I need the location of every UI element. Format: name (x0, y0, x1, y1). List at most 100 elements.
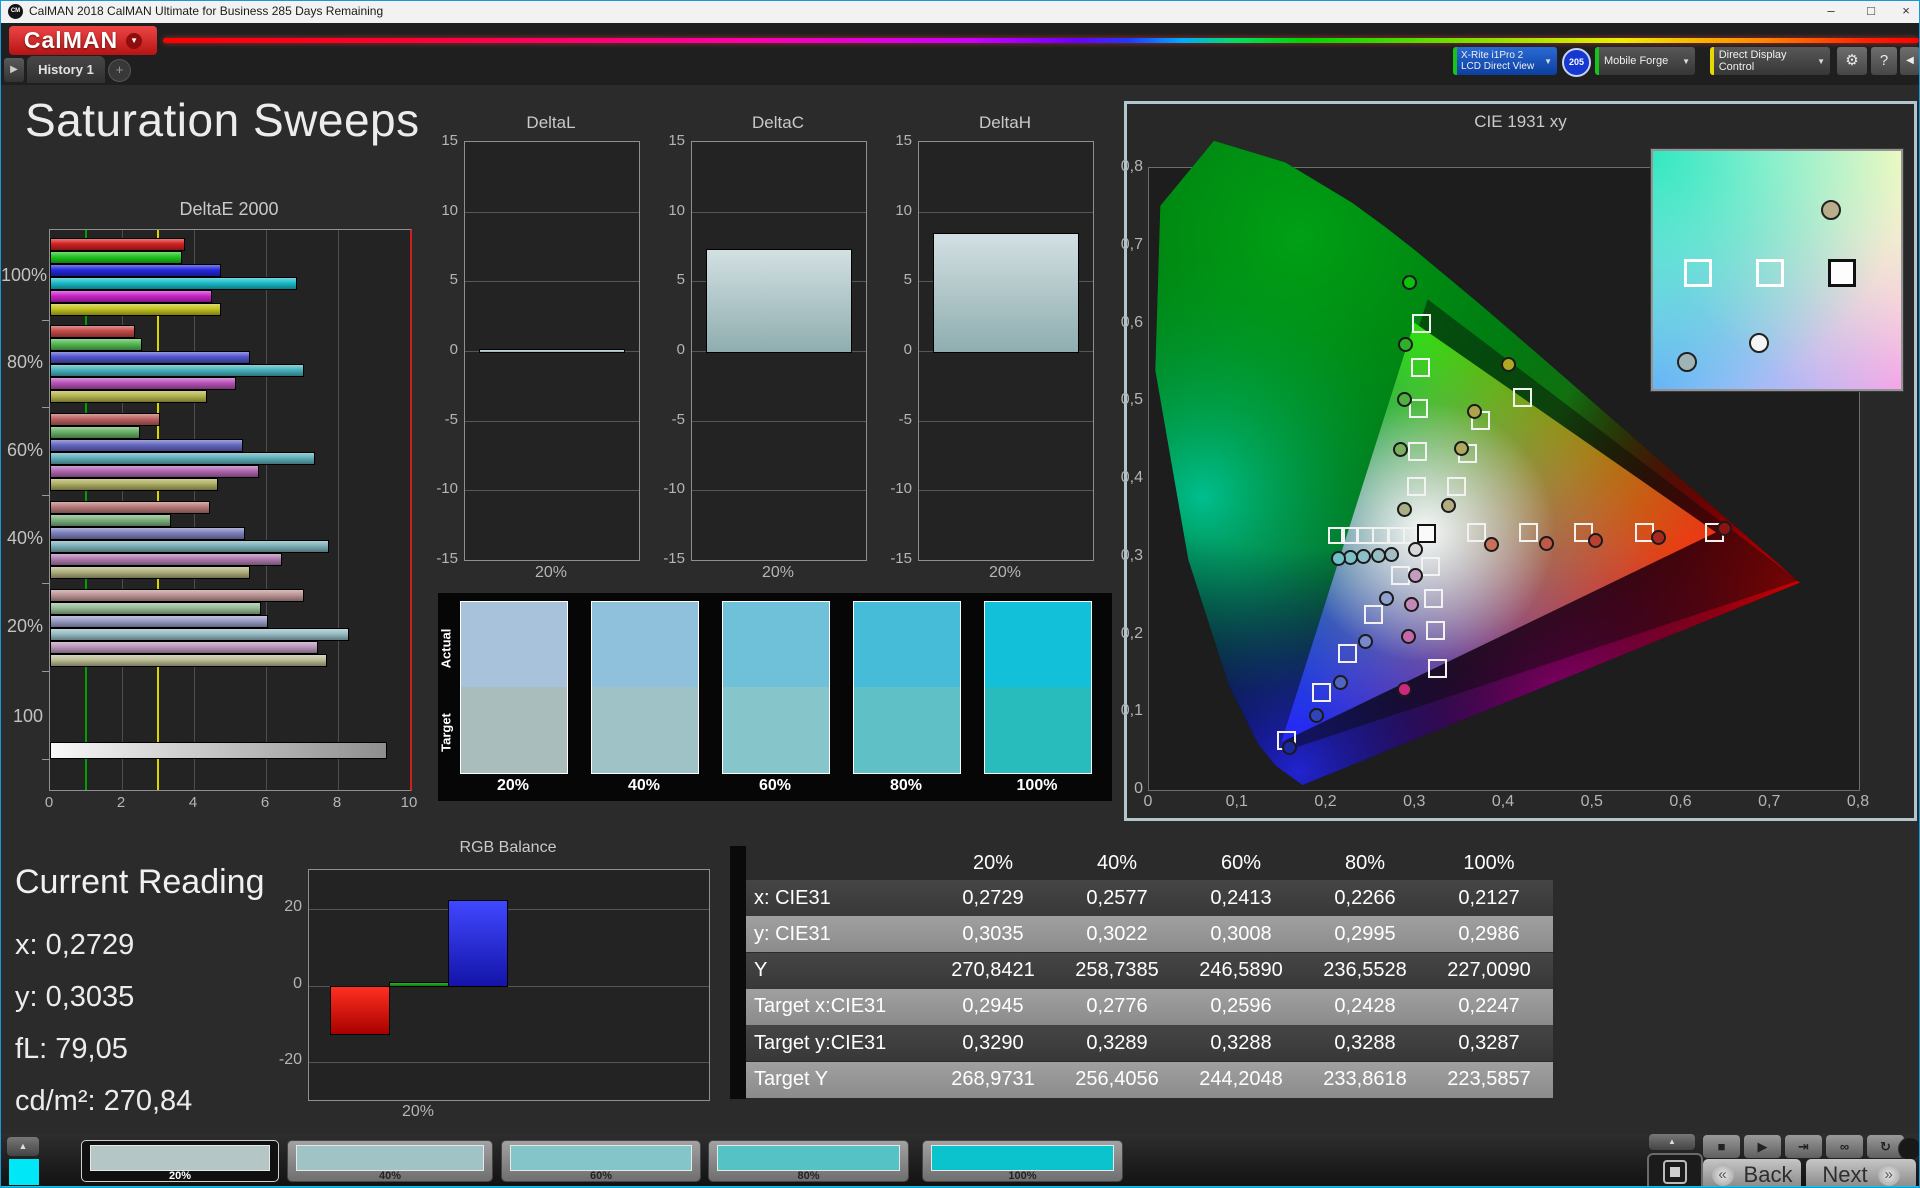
transport-panel-toggle[interactable]: ▲ (1649, 1134, 1695, 1150)
gridline (919, 490, 1093, 491)
cie-x-tick: 0,7 (1751, 793, 1787, 811)
window-mode-button[interactable] (1647, 1153, 1703, 1188)
cie-target-point (1409, 399, 1428, 418)
calman-menu-button[interactable]: CalMAN ▼ (9, 26, 157, 55)
cie-measured-point (1398, 337, 1413, 352)
patch-panel-toggle[interactable]: ▲ (7, 1137, 39, 1156)
deltae-bar (50, 325, 135, 338)
source-dropdown[interactable]: Mobile Forge ▼ (1595, 47, 1695, 75)
deltae-bar (50, 277, 297, 290)
stop-button[interactable]: ■ (1703, 1135, 1740, 1158)
delta-c-chart (691, 141, 867, 561)
minimize-button[interactable]: – (1816, 1, 1846, 23)
deltae-group-label: 20% (1, 616, 43, 637)
meter-count-badge[interactable]: 205 (1562, 48, 1591, 77)
patch-label: 60% (502, 1170, 700, 1182)
x-tick: 20% (918, 564, 1092, 582)
deltae-bar (50, 377, 236, 390)
table-cell: 0,2596 (1179, 995, 1303, 1018)
patch-button-80%[interactable]: 80% (708, 1140, 909, 1182)
reading-x: x: 0,2729 (15, 929, 134, 962)
cie-measured-point (1397, 682, 1412, 697)
table-cell: 270,8421 (931, 959, 1055, 982)
cie-measured-point (1371, 548, 1386, 563)
deltae-bar (50, 264, 221, 277)
patch-button-20%[interactable]: 20% (81, 1140, 279, 1182)
table-cell: 227,0090 (1427, 959, 1551, 982)
inset-measured-point (1677, 352, 1697, 372)
axis-tick (42, 583, 49, 584)
step-button[interactable]: ⇥ (1785, 1135, 1822, 1158)
deltae-bar (50, 615, 268, 628)
swatch-column-label: 80% (853, 777, 959, 795)
table-column-header: 20% (931, 852, 1055, 875)
patch-swatch (510, 1145, 692, 1171)
deltae-bar (50, 654, 327, 667)
back-button[interactable]: « Back (1703, 1159, 1801, 1188)
cie-measured-point (1379, 591, 1394, 606)
cie-target-point (1312, 683, 1331, 702)
cie-y-tick: 0,2 (1101, 625, 1143, 643)
close-button[interactable]: × (1891, 1, 1920, 23)
delta-l-title: DeltaL (464, 113, 638, 133)
settings-button[interactable]: ⚙ (1837, 47, 1867, 75)
gridline (465, 421, 639, 422)
cie-target-point (1447, 477, 1466, 496)
table-cell: 0,2776 (1055, 995, 1179, 1018)
gear-icon: ⚙ (1845, 52, 1858, 69)
tab-history-1[interactable]: History 1 (27, 56, 105, 83)
table-cell: 246,5890 (1179, 959, 1303, 982)
target-swatch (591, 687, 699, 774)
patch-button-100%[interactable]: 100% (922, 1140, 1123, 1182)
table-row: y: CIE310,30350,30220,30080,29950,2986 (746, 916, 1553, 952)
back-label: Back (1744, 1162, 1793, 1188)
play-button[interactable]: ▶ (1744, 1135, 1781, 1158)
target-swatch (460, 687, 568, 774)
patch-label: 100% (923, 1170, 1122, 1182)
continuous-button[interactable]: ∞ (1826, 1135, 1863, 1158)
deltae-bar (50, 338, 142, 351)
cie-target-point (1372, 527, 1389, 544)
cie-whitepoint-target (1417, 524, 1436, 543)
swatch-column-label: 20% (460, 777, 566, 795)
delta-l-bar (479, 349, 625, 353)
help-button[interactable]: ? (1871, 47, 1897, 75)
rgb-y-tick: 0 (264, 975, 302, 993)
cie-measured-point (1588, 533, 1603, 548)
gridline (266, 230, 267, 790)
rgb-y-tick: 20 (264, 898, 302, 916)
deltae-bar (50, 478, 218, 491)
deltae-bar (50, 501, 210, 514)
table-cell: 0,3022 (1055, 923, 1179, 946)
next-button[interactable]: Next » (1806, 1159, 1916, 1188)
chevron-down-icon: ▼ (1817, 57, 1825, 66)
patch-swatch (90, 1145, 270, 1171)
table-cell: 0,2266 (1303, 887, 1427, 910)
x-tick: 20% (691, 564, 865, 582)
display-control-dropdown[interactable]: Direct Display Control ▼ (1710, 47, 1830, 75)
actual-label: Actual (439, 619, 454, 679)
cie-x-tick: 0,8 (1840, 793, 1876, 811)
maximize-button[interactable]: □ (1856, 1, 1886, 23)
table-cell: 256,4056 (1055, 1068, 1179, 1091)
patch-button-60%[interactable]: 60% (501, 1140, 701, 1182)
target-swatch (853, 687, 961, 774)
add-tab-button[interactable]: + (108, 59, 131, 82)
y-tick: 15 (422, 132, 458, 149)
cie-x-tick: 0,1 (1219, 793, 1255, 811)
deltae-bar (50, 602, 261, 615)
deltae-x-tick: 10 (394, 794, 424, 811)
axis-tick (42, 407, 49, 408)
tab-scroll-button[interactable]: ▶ (4, 58, 24, 82)
patch-button-40%[interactable]: 40% (287, 1140, 493, 1182)
table-row-label: Target y:CIE31 (746, 1032, 931, 1055)
meter-dropdown[interactable]: X-Rite i1Pro 2 LCD Direct View ▼ (1453, 47, 1557, 75)
table-row-label: Target x:CIE31 (746, 995, 931, 1018)
calman-window: CM CalMAN 2018 CalMAN Ultimate for Busin… (0, 0, 1920, 1188)
cie-target-point (1513, 388, 1532, 407)
cie-measured-point (1309, 708, 1324, 723)
collapse-panel-button[interactable]: ◀ (1900, 47, 1920, 75)
y-tick: 10 (649, 202, 685, 219)
target-swatch (722, 687, 830, 774)
table-column-header: 40% (1055, 852, 1179, 875)
